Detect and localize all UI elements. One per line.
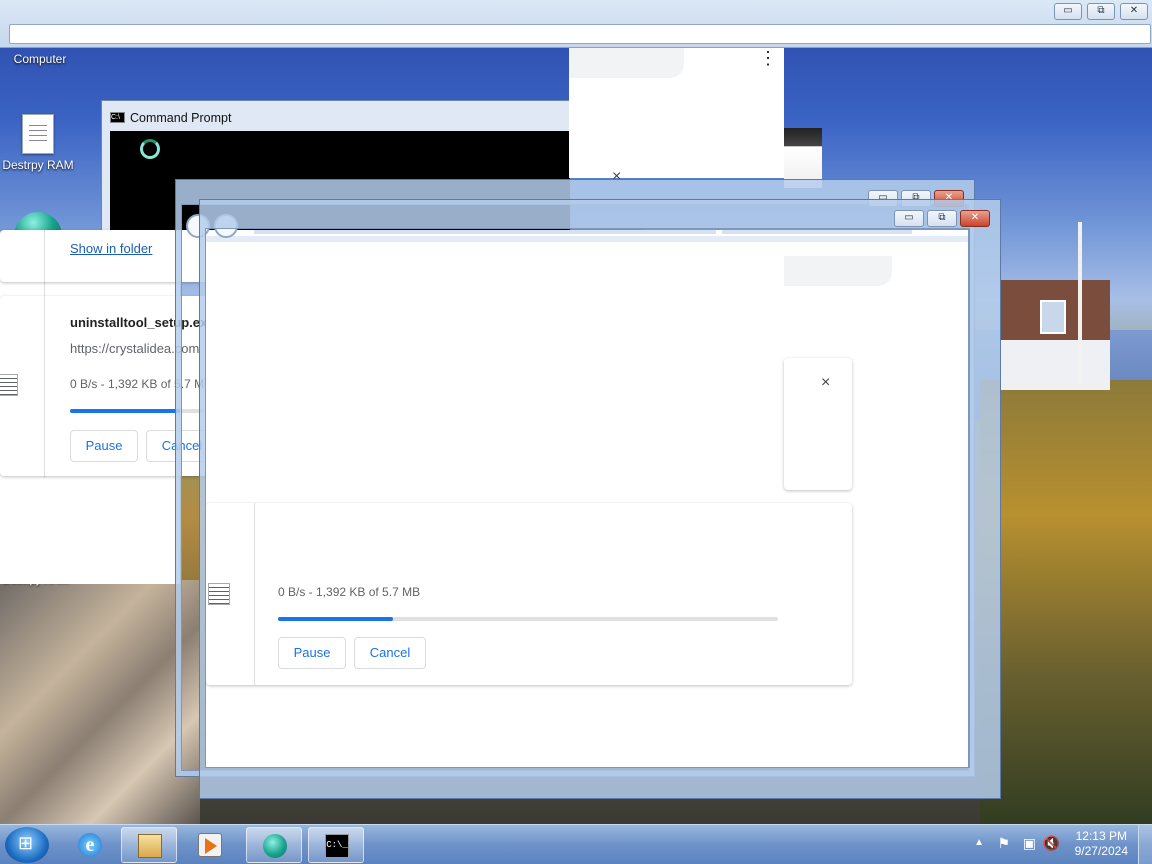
- network-icon[interactable]: ▣: [1023, 835, 1036, 852]
- menu-dots-icon[interactable]: ⋮: [759, 48, 777, 69]
- window-frame-front: [200, 200, 1000, 798]
- show-in-folder-link[interactable]: Show in folder: [70, 241, 152, 256]
- divider: [44, 296, 45, 476]
- folder-icon: [138, 834, 162, 858]
- browser-panel-top: ⋮: [569, 48, 784, 178]
- close-button[interactable]: ✕: [960, 210, 990, 227]
- desktop-rocks: [0, 580, 200, 825]
- house: [1000, 340, 1110, 390]
- start-button[interactable]: [5, 827, 49, 863]
- taskbar-media-player[interactable]: [182, 827, 238, 863]
- minimize-button[interactable]: ▭: [1054, 3, 1082, 20]
- window-title: Command Prompt: [130, 111, 232, 125]
- taskbar: e C:\_ ▲ ⚑ ▣ 🔇 12:13 PM 9/27/2024: [0, 824, 1152, 864]
- desktop-icon-computer[interactable]: Computer: [0, 52, 80, 66]
- top-window-frame: ▭ ⧉ ✕: [0, 0, 1152, 48]
- browser-app-icon: [263, 834, 287, 858]
- pause-button[interactable]: Pause: [70, 430, 138, 462]
- action-center-flag-icon[interactable]: ⚑: [997, 835, 1010, 852]
- show-hidden-icons-icon[interactable]: ▲: [974, 837, 984, 848]
- clock-time: 12:13 PM: [1075, 829, 1127, 843]
- desktop-icon-label: Computer: [13, 52, 67, 66]
- flag-pole: [1078, 222, 1082, 390]
- download-progress-fill: [70, 409, 180, 413]
- clock-date: 9/27/2024: [1074, 844, 1128, 858]
- tab-strip: [569, 48, 684, 78]
- internet-explorer-icon: e: [78, 833, 102, 857]
- file-icon: [0, 374, 18, 396]
- desktop-icon-label: Destrpy RAM: [2, 158, 74, 172]
- show-desktop-button[interactable]: [1138, 825, 1152, 864]
- loading-spinner-icon: [140, 139, 160, 159]
- minimize-button[interactable]: ▭: [894, 210, 924, 227]
- taskbar-browser-app[interactable]: [246, 827, 302, 863]
- clock[interactable]: 12:13 PM 9/27/2024: [1075, 829, 1128, 859]
- lighthouse: [784, 128, 822, 188]
- taskbar-internet-explorer[interactable]: e: [62, 827, 118, 863]
- desktop-meadow: [980, 380, 1152, 830]
- close-button[interactable]: ✕: [1120, 3, 1148, 20]
- divider: [44, 230, 45, 282]
- document-icon: [22, 114, 54, 154]
- volume-muted-icon[interactable]: 🔇: [1043, 835, 1060, 852]
- cmd-icon: C:\: [110, 112, 125, 123]
- play-icon: [205, 838, 217, 854]
- command-prompt-icon: C:\_: [325, 834, 349, 858]
- house-window: [1040, 300, 1066, 334]
- taskbar-command-prompt[interactable]: C:\_: [308, 827, 364, 863]
- address-bar[interactable]: [9, 24, 1151, 44]
- desktop-icon-destrpy-ram[interactable]: Destrpy RAM: [0, 114, 78, 172]
- media-player-icon: [198, 833, 222, 857]
- maximize-button[interactable]: ⧉: [927, 210, 957, 227]
- taskbar-file-explorer[interactable]: [121, 827, 177, 863]
- maximize-button[interactable]: ⧉: [1087, 3, 1115, 20]
